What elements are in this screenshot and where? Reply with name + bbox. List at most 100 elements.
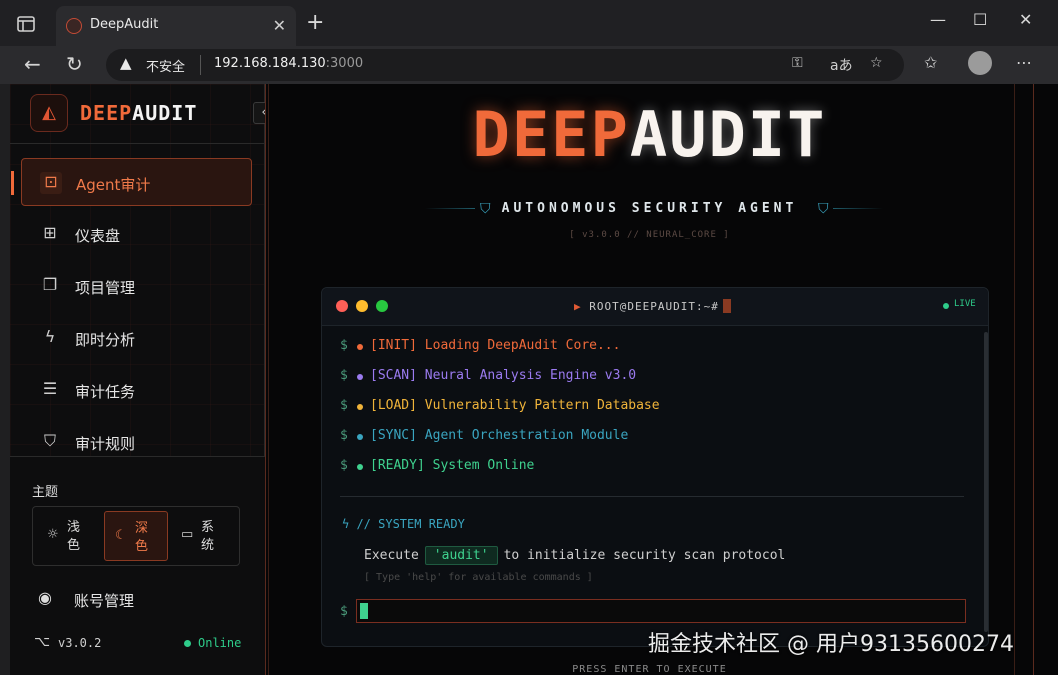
favorite-star-icon[interactable]: ☆ xyxy=(870,55,883,71)
live-badge: LIVE xyxy=(954,299,976,309)
address-bar[interactable]: ▲ 不安全 192.168.184.130:3000 ⚿ aあ ☆ xyxy=(106,49,904,81)
theme-switcher: ☼ 浅色 ☾ 深色 ▭ 系统 xyxy=(32,506,240,566)
brand-deep: DEEP xyxy=(80,101,133,125)
sidebar-item-label: 审计规则 xyxy=(75,435,136,453)
url-text[interactable]: 192.168.184.130:3000 xyxy=(214,56,363,71)
terminal-scrollbar[interactable] xyxy=(984,332,988,632)
maximize-dot-icon xyxy=(376,300,388,312)
new-tab-button[interactable]: + xyxy=(306,10,324,35)
more-menu-icon[interactable]: ⋯ xyxy=(1016,53,1032,72)
active-indicator xyxy=(11,171,14,195)
address-divider xyxy=(200,55,201,75)
hero-title-audit: AUDIT xyxy=(629,98,827,171)
theme-option-light[interactable]: ☼ 浅色 xyxy=(37,511,101,561)
browser-tab[interactable]: DeepAudit ✕ xyxy=(56,6,296,46)
play-icon: ▶ xyxy=(574,300,590,313)
exec-post: to initialize security scan protocol xyxy=(503,548,786,563)
main-panel: DEEPAUDIT ⛉ ⛉ AUTONOMOUS SECURITY AGENT … xyxy=(265,84,1058,675)
url-host: 192.168.184.130 xyxy=(214,56,326,71)
log-prompt: $ xyxy=(340,428,348,443)
moon-icon: ☾ xyxy=(115,528,127,543)
read-aloud-icon[interactable]: aあ xyxy=(830,55,853,75)
monitor-icon: ▭ xyxy=(181,527,194,542)
folder-icon: ❐ xyxy=(42,275,58,294)
watermark: 掘金技术社区 @ 用户93135600274 xyxy=(648,632,1014,657)
list-icon: ☰ xyxy=(42,379,58,398)
log-prompt: $ xyxy=(340,398,348,413)
tab-close-icon[interactable]: ✕ xyxy=(273,16,286,35)
log-prompt: $ xyxy=(340,458,348,473)
frame-border-left xyxy=(265,84,269,675)
log-bullet xyxy=(357,464,363,470)
frame-border-right xyxy=(1014,84,1034,675)
tab-bar: DeepAudit ✕ + — ☐ ✕ xyxy=(0,0,1058,46)
tab-title: DeepAudit xyxy=(90,17,159,32)
github-icon[interactable]: ⌥ xyxy=(34,634,50,650)
sidebar-item-label: 即时分析 xyxy=(75,331,136,349)
brand-audit: AUDIT xyxy=(132,101,198,125)
maximize-icon[interactable]: ☐ xyxy=(973,10,987,29)
hero-title-deep: DEEP xyxy=(472,98,630,171)
press-enter-hint: PRESS ENTER TO EXECUTE xyxy=(572,664,727,675)
warning-icon[interactable]: ▲ xyxy=(120,54,132,72)
terminal-title: ▶ ROOT@DEEPAUDIT:~# xyxy=(574,299,731,313)
log-prompt: $ xyxy=(340,368,348,383)
minimize-icon[interactable]: — xyxy=(930,10,946,29)
execute-instruction: Execute 'audit' to initialize security sca… xyxy=(364,546,785,565)
theme-option-system[interactable]: ▭ 系统 xyxy=(171,511,235,561)
sun-icon: ☼ xyxy=(47,527,59,542)
sidebar-item-agent-audit[interactable]: ⊡ Agent审计 xyxy=(11,158,252,206)
back-icon[interactable]: ← xyxy=(24,52,41,76)
user-icon: ◉ xyxy=(38,588,52,607)
hero-version: [ v3.0.0 // NEURAL_CORE ] xyxy=(569,230,730,240)
online-status: Online xyxy=(198,636,242,650)
sidebar-item-instant-analysis[interactable]: ϟ 即时分析 xyxy=(21,314,252,362)
window-close-icon[interactable]: ✕ xyxy=(1019,10,1032,29)
terminal: ▶ ROOT@DEEPAUDIT:~# LIVE $ [INIT] Loading… xyxy=(321,287,989,647)
profile-avatar[interactable] xyxy=(968,51,992,75)
tab-actions-icon[interactable] xyxy=(14,12,38,36)
theme-label: 主题 xyxy=(32,485,59,500)
system-ready: ϟ // SYSTEM READY xyxy=(342,517,465,531)
input-cursor xyxy=(360,603,368,619)
help-hint: [ Type 'help' for available commands ] xyxy=(364,572,593,583)
log-text: [SCAN] Neural Analysis Engine v3.0 xyxy=(370,368,637,383)
theme-option-label: 浅色 xyxy=(67,520,81,553)
system-ready-text: // SYSTEM READY xyxy=(356,517,465,531)
sidebar-footer: 主题 ☼ 浅色 ☾ 深色 ▭ 系统 ◉ 账号管理 ⌥ v3.0.2 Online xyxy=(10,456,265,675)
log-text: [INIT] Loading DeepAudit Core... xyxy=(370,338,621,353)
insecure-label[interactable]: 不安全 xyxy=(146,56,185,75)
robot-icon: ⊡ xyxy=(40,172,62,194)
command-input[interactable] xyxy=(356,599,966,623)
online-dot xyxy=(184,640,191,647)
sidebar-item-label: Agent审计 xyxy=(76,176,151,194)
log-bullet xyxy=(357,344,363,350)
sidebar-item-dashboard[interactable]: ⊞ 仪表盘 xyxy=(21,210,252,258)
account-label: 账号管理 xyxy=(74,592,135,610)
site-favicon-icon xyxy=(66,18,82,34)
account-management-link[interactable]: ◉ 账号管理 xyxy=(32,587,232,611)
key-icon[interactable]: ⚿ xyxy=(792,55,803,71)
sidebar-item-audit-tasks[interactable]: ☰ 审计任务 xyxy=(21,366,252,414)
url-port: :3000 xyxy=(325,56,364,71)
sidebar-item-projects[interactable]: ❐ 项目管理 xyxy=(21,262,252,310)
terminal-header: ▶ ROOT@DEEPAUDIT:~# LIVE xyxy=(322,288,988,326)
title-cursor xyxy=(722,299,731,313)
log-text: [SYNC] Agent Orchestration Module xyxy=(370,428,629,443)
hero-subtitle: AUTONOMOUS SECURITY AGENT xyxy=(501,201,798,216)
reload-icon[interactable]: ↻ xyxy=(66,52,83,76)
terminal-title-text: ROOT@DEEPAUDIT:~# xyxy=(589,300,719,313)
app-page: ◭ DEEPAUDIT ⊡ Agent审计 ⊞ 仪表盘 ❐ 项目管理 ϟ 即时分… xyxy=(10,84,1058,675)
terminal-divider xyxy=(340,496,964,497)
close-dot-icon xyxy=(336,300,348,312)
logo-icon: ◭ xyxy=(30,94,68,132)
sidebar-item-label: 审计任务 xyxy=(75,383,136,401)
lightning-icon: ϟ xyxy=(44,327,56,346)
log-text: [LOAD] Vulnerability Pattern Database xyxy=(370,398,660,413)
theme-option-dark[interactable]: ☾ 深色 xyxy=(104,511,168,561)
theme-option-label: 深色 xyxy=(135,521,149,554)
toolbar: ← ↻ ▲ 不安全 192.168.184.130:3000 ⚿ aあ ☆ ✩ … xyxy=(0,46,1058,84)
favorites-icon[interactable]: ✩ xyxy=(924,53,937,72)
audit-command: 'audit' xyxy=(424,546,498,565)
browser-window: DeepAudit ✕ + — ☐ ✕ ← ↻ ▲ 不安全 192.168.18… xyxy=(0,0,1058,675)
